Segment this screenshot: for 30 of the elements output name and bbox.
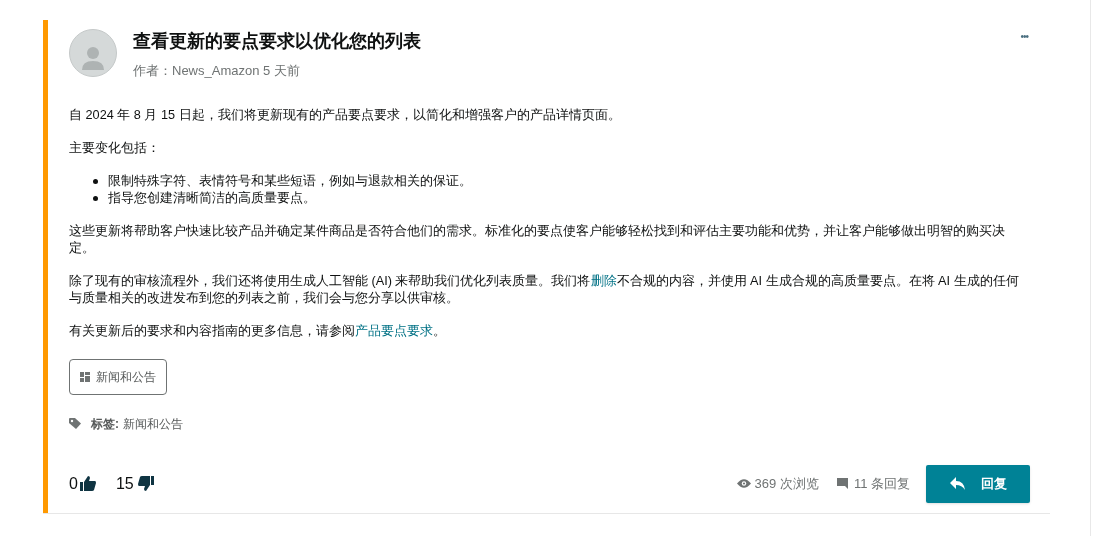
tag-icon xyxy=(69,418,82,429)
paragraph: 自 2024 年 8 月 15 日起，我们将更新现有的产品要点要求，以简化和增强客户的产品详情页面。 xyxy=(69,106,622,124)
more-options-button[interactable]: ••• xyxy=(1020,29,1028,44)
tags-label: 标签: xyxy=(91,415,119,433)
post-title: 查看更新的要点要求以优化您的列表 xyxy=(133,30,421,52)
board-button[interactable]: 新闻和公告 xyxy=(69,358,167,395)
board-icon xyxy=(80,371,90,382)
comment-icon xyxy=(836,478,848,489)
bullet-icon xyxy=(93,195,98,201)
view-count: 369 次浏览 xyxy=(754,474,819,493)
text-link[interactable]: 产品要点要求 xyxy=(355,323,433,338)
thumbs-up-icon[interactable] xyxy=(79,476,96,491)
paragraph: 主要变化包括： xyxy=(69,139,161,157)
eye-icon xyxy=(736,479,751,488)
paragraph: 有关更新后的要求和内容指南的更多信息，请参阅产品要点要求。 xyxy=(69,322,447,340)
like-count: 0 xyxy=(69,473,78,494)
reply-button[interactable]: 回复 xyxy=(926,464,1030,503)
tag-link[interactable]: 新闻和公告 xyxy=(123,414,183,433)
paragraph: 除了现有的审核流程外，我们还将使用生成人工智能 (AI) 来帮助我们优化列表质量。我们将删除不合规的内容，并使用 AI 生成合规的高质量要点。在将 AI 生成的任何与质量相关的改进发布到您的列表之前，我们会与您分享以供审核。 xyxy=(69,272,1020,307)
thumbs-down-icon[interactable] xyxy=(137,476,154,491)
text-link[interactable]: 删除 xyxy=(590,273,617,288)
avatar-icon xyxy=(69,29,117,77)
reply-count: 11 条回复 xyxy=(853,474,910,493)
bullet-icon xyxy=(93,178,98,184)
post-byline: 作者：News_Amazon 5 天前 xyxy=(133,62,301,80)
list-item-text: 限制特殊字符、表情符号和某些短语，例如与退款相关的保证。 xyxy=(108,172,472,190)
dislike-count: 15 xyxy=(115,473,134,494)
paragraph: 这些更新将帮助客户快速比较产品并确定某件商品是否符合他们的需求。标准化的要点使客户能够轻松找到和评估主要功能和优势，并让客户能够做出明智的购买决定。 xyxy=(69,222,1006,257)
list-item-text: 指导您创建清晰简洁的高质量要点。 xyxy=(108,189,316,207)
reply-arrow-icon xyxy=(949,477,965,490)
